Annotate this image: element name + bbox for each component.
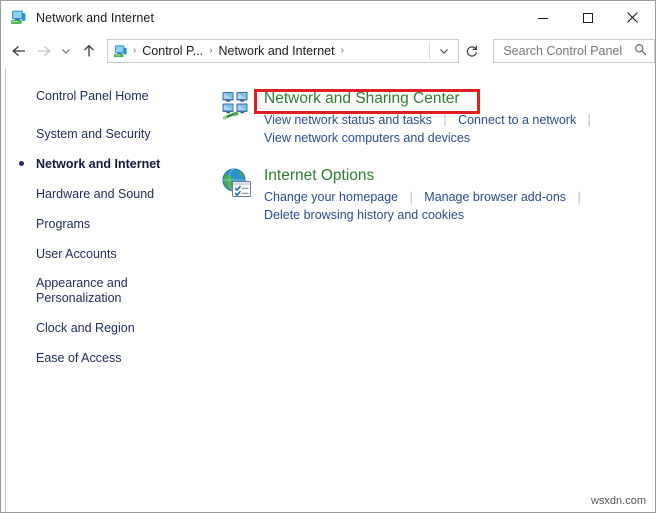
category-links-row: Delete browsing history and cookies — [264, 206, 588, 224]
breadcrumb-separator: › — [132, 45, 137, 56]
breadcrumb-divider — [428, 42, 430, 60]
link-separator: | — [443, 113, 447, 127]
sidebar-item-user-accounts[interactable]: User Accounts — [6, 246, 206, 262]
sidebar-item-label: System and Security — [36, 127, 151, 141]
sidebar-item-label: Programs — [36, 217, 91, 231]
link-delete-browsing-history-and-cookies[interactable]: Delete browsing history and cookies — [264, 208, 464, 222]
link-view-network-computers-and-devices[interactable]: View network computers and devices — [264, 131, 470, 145]
up-button[interactable] — [77, 37, 101, 65]
breadcrumb-separator-trailing[interactable]: › — [338, 46, 347, 56]
sidebar-item-ease-of-access[interactable]: Ease of Access — [6, 350, 206, 366]
link-separator: | — [409, 190, 413, 204]
internet-options-icon[interactable] — [221, 167, 253, 199]
content-area: Control Panel Home System and Security N… — [1, 68, 655, 512]
category-title-network-and-sharing-center[interactable]: Network and Sharing Center — [264, 88, 460, 109]
breadcrumb[interactable]: › Control P... › Network and Internet › — [106, 39, 459, 63]
category-network-and-sharing-center: Network and Sharing Center View network … — [221, 88, 655, 147]
breadcrumb-chevron-down-icon[interactable] — [438, 40, 450, 62]
sidebar: Control Panel Home System and Security N… — [6, 68, 206, 512]
breadcrumb-separator: › — [209, 45, 213, 56]
window-title: Network and Internet — [36, 10, 155, 25]
link-manage-browser-add-ons[interactable]: Manage browser add-ons — [424, 190, 566, 204]
search-input[interactable] — [501, 40, 636, 62]
forward-button — [31, 37, 55, 65]
close-button[interactable] — [610, 1, 655, 34]
search-box[interactable] — [493, 39, 655, 63]
category-links-row: View network computers and devices — [264, 129, 598, 147]
breadcrumb-item-control-panel[interactable]: Control P... — [139, 44, 206, 58]
category-internet-options: Internet Options Change your homepage | … — [221, 165, 655, 224]
watermark: wsxdn.com — [590, 495, 646, 507]
maximize-button[interactable] — [565, 1, 610, 34]
window-controls — [520, 1, 655, 34]
network-computer-icon — [11, 10, 26, 24]
title-bar: Network and Internet — [1, 1, 655, 34]
search-icon[interactable] — [634, 43, 647, 61]
link-separator-trailing: | — [587, 113, 591, 127]
control-panel-window: Network and Internet › Control P... › Ne… — [0, 0, 656, 513]
network-sharing-center-icon[interactable] — [221, 90, 253, 122]
sidebar-item-label: Hardware and Sound — [36, 187, 155, 201]
link-connect-to-a-network[interactable]: Connect to a network — [458, 113, 576, 127]
sidebar-item-label: User Accounts — [36, 247, 117, 261]
control-panel-icon — [113, 44, 127, 57]
minimize-button[interactable] — [520, 1, 565, 34]
current-item-bullet-icon — [19, 161, 24, 166]
sidebar-item-network-and-internet[interactable]: Network and Internet — [6, 156, 206, 172]
sidebar-item-label: Ease of Access — [36, 351, 122, 365]
recent-locations-chevron-down-icon[interactable] — [56, 37, 77, 65]
sidebar-item-appearance-and-personalization[interactable]: Appearance and Personalization — [6, 276, 146, 306]
sidebar-item-label: Control Panel Home — [36, 89, 149, 103]
back-button[interactable] — [7, 37, 31, 65]
sidebar-item-label: Clock and Region — [36, 321, 135, 335]
category-body: Internet Options Change your homepage | … — [264, 165, 588, 224]
category-list: Network and Sharing Center View network … — [206, 68, 655, 512]
sidebar-item-control-panel-home[interactable]: Control Panel Home — [6, 88, 206, 104]
breadcrumb-item-network-and-internet[interactable]: Network and Internet — [216, 44, 338, 58]
category-title-internet-options[interactable]: Internet Options — [264, 165, 374, 186]
navigation-bar: › Control P... › Network and Internet › — [1, 34, 655, 68]
sidebar-item-clock-and-region[interactable]: Clock and Region — [6, 320, 206, 336]
link-separator-trailing: | — [577, 190, 581, 204]
refresh-button[interactable] — [460, 39, 484, 63]
link-view-network-status-and-tasks[interactable]: View network status and tasks — [264, 113, 432, 127]
sidebar-item-label: Network and Internet — [36, 157, 161, 171]
sidebar-item-label: Appearance and Personalization — [36, 276, 128, 305]
category-body: Network and Sharing Center View network … — [264, 88, 598, 147]
category-links-row: View network status and tasks | Connect … — [264, 111, 598, 129]
sidebar-item-system-and-security[interactable]: System and Security — [6, 126, 206, 142]
link-change-your-homepage[interactable]: Change your homepage — [264, 190, 398, 204]
sidebar-item-hardware-and-sound[interactable]: Hardware and Sound — [6, 186, 206, 202]
category-links-row: Change your homepage | Manage browser ad… — [264, 188, 588, 206]
sidebar-item-programs[interactable]: Programs — [6, 216, 206, 232]
